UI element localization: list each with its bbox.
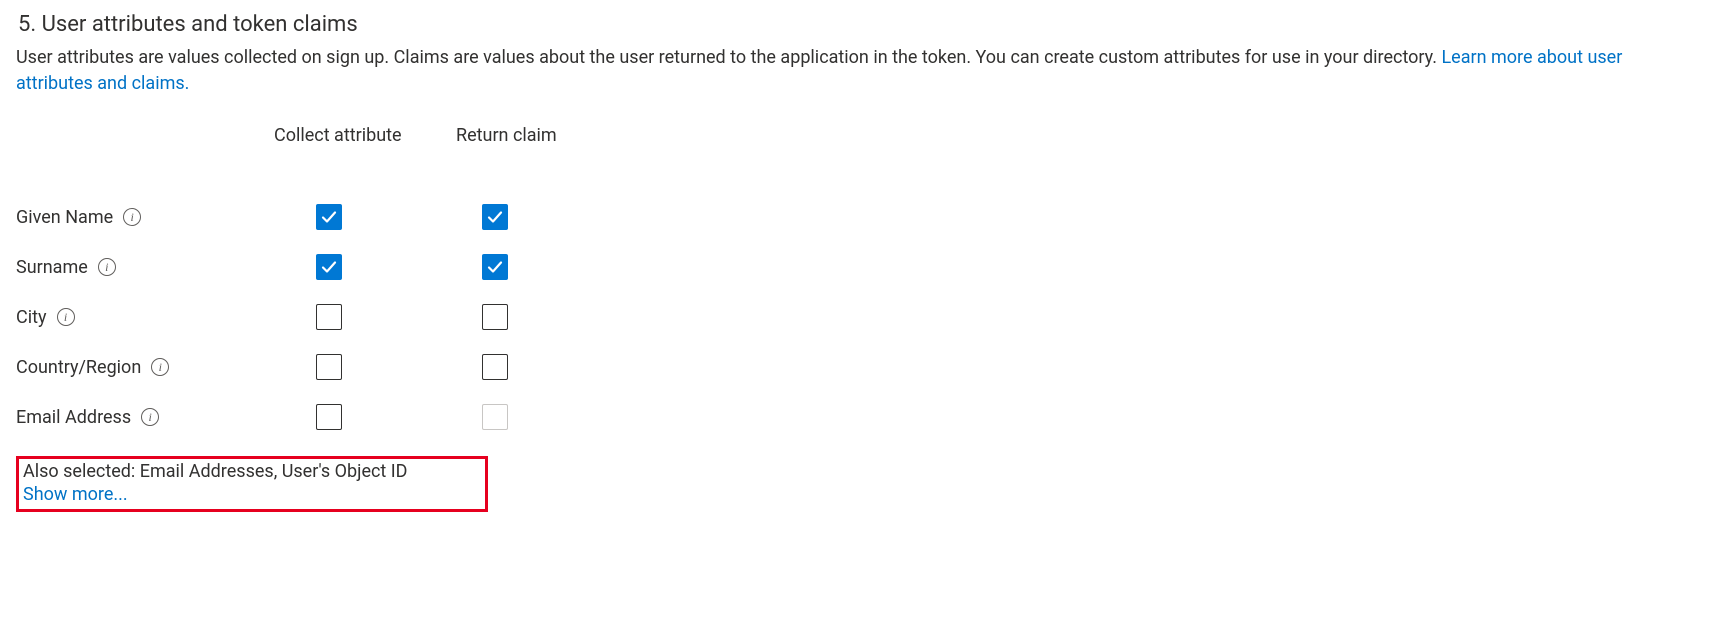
collect-attribute-checkbox[interactable] <box>316 404 342 430</box>
attribute-row-label: Cityi <box>16 307 256 328</box>
collect-attribute-checkbox[interactable] <box>316 304 342 330</box>
attribute-name: City <box>16 307 47 328</box>
return-claim-checkbox[interactable] <box>482 354 508 380</box>
column-header-return: Return claim <box>456 125 557 146</box>
attribute-row-label: Email Address i <box>16 407 256 428</box>
collect-attribute-checkbox[interactable] <box>316 254 342 280</box>
attribute-name: Surname <box>16 257 88 278</box>
return-claim-checkbox[interactable] <box>482 304 508 330</box>
section-description: User attributes are values collected on … <box>16 45 1702 97</box>
section-title: 5. User attributes and token claims <box>18 12 1702 37</box>
attribute-row-label: Surname i <box>16 257 256 278</box>
info-icon[interactable]: i <box>123 208 141 226</box>
section-description-text: User attributes are values collected on … <box>16 47 1441 68</box>
attribute-name: Country/Region <box>16 357 141 378</box>
info-icon[interactable]: i <box>98 258 116 276</box>
show-more-link[interactable]: Show more... <box>23 484 128 505</box>
return-claim-checkbox[interactable] <box>482 204 508 230</box>
attribute-row-label: Given Name i <box>16 207 256 228</box>
attribute-row-label: Country/Region i <box>16 357 256 378</box>
column-header-collect: Collect attribute <box>256 125 402 146</box>
collect-attribute-checkbox[interactable] <box>316 354 342 380</box>
info-icon[interactable]: i <box>151 358 169 376</box>
attribute-name: Given Name <box>16 207 113 228</box>
return-claim-checkbox[interactable] <box>482 254 508 280</box>
also-selected-callout: Also selected: Email Addresses, User's O… <box>16 456 488 512</box>
attribute-name: Email Address <box>16 407 131 428</box>
also-selected-text: Also selected: Email Addresses, User's O… <box>23 461 481 482</box>
return-claim-checkbox <box>482 404 508 430</box>
info-icon[interactable]: i <box>141 408 159 426</box>
collect-attribute-checkbox[interactable] <box>316 204 342 230</box>
info-icon[interactable]: i <box>57 308 75 326</box>
